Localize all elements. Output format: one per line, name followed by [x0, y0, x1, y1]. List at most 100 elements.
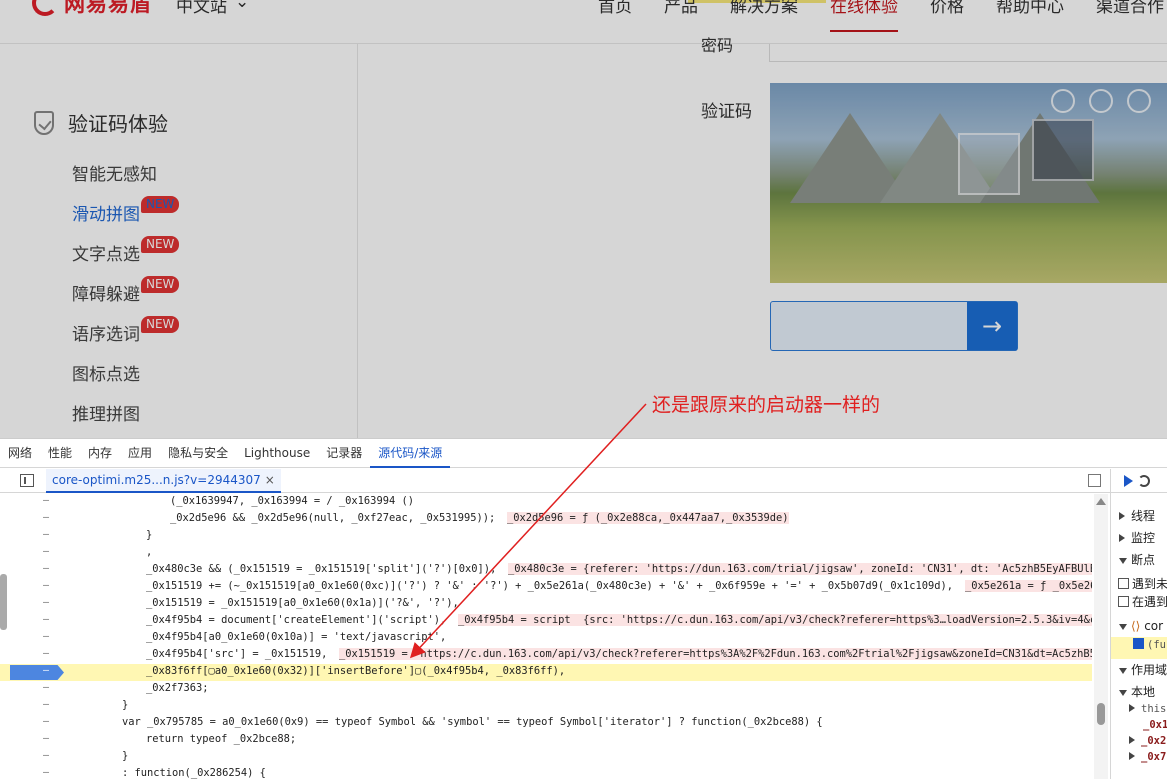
code-line[interactable]: – var _0x795785 = a0_0x1e60(0x9) == typeo…	[0, 715, 1092, 732]
sidebar-menu: 智能无感知 滑动拼图 NEW 文字点选 NEW 障碍躲避 NEW 语序选词 NEW 图标点选 推理拼…	[72, 160, 180, 438]
sidebar-item-5[interactable]: 图标点选	[72, 360, 179, 400]
captcha-puzzle-image	[770, 83, 1167, 283]
nav-item-4[interactable]: 价格	[930, 0, 964, 17]
code-text: return typeof _0x2bce88;	[146, 733, 297, 745]
code-text: _0x151519 = _0x151519[a0_0x1e60(0x1a)]('…	[146, 597, 459, 609]
new-badge: NEW	[141, 276, 180, 293]
expand-icon	[1119, 512, 1125, 520]
devtools-tab-2[interactable]: 内存	[80, 439, 120, 468]
scope-section[interactable]: 作用域	[1111, 661, 1167, 683]
brand-logo[interactable]: 网易易盾	[32, 0, 152, 18]
breakpoint-checkbox[interactable]	[1133, 638, 1144, 649]
code-line[interactable]: –: function(_0x286254) {	[0, 766, 1092, 779]
code-line[interactable]: –}	[0, 698, 1092, 715]
brand-name: 网易易盾	[64, 0, 152, 16]
code-line[interactable]: – _0x151519 = _0x151519[a0_0x1e60(0x1a)](…	[0, 596, 1092, 613]
devtools-tab-1[interactable]: 性能	[40, 439, 80, 468]
pause-uncaught-checkbox[interactable]	[1118, 578, 1129, 589]
breakpoint-marker[interactable]	[10, 665, 64, 680]
devtools-tab-6[interactable]: 记录器	[318, 439, 370, 468]
resume-icon[interactable]	[1124, 474, 1133, 487]
sidebar-item-2[interactable]: 文字点选 NEW	[72, 236, 180, 280]
sidebar-item-6[interactable]: 推理拼图	[72, 400, 179, 438]
line-marker: –	[43, 716, 50, 727]
inline-value: _0x4f95b4 = script {src: 'https://c.dun.…	[458, 614, 1092, 626]
devtools-tab-7[interactable]: 源代码/来源	[370, 439, 451, 468]
code-editor[interactable]: – (_0x1639947, _0x163994 = / _0x163994 ()…	[0, 494, 1092, 779]
devtools-tab-3[interactable]: 应用	[120, 439, 160, 468]
debugger-sidebar: 线程 监控 断点 遇到未 在遇到 ⟨⟩ cor (fu 作用域 本地 this …	[1110, 469, 1167, 779]
puzzle-piece-slot	[1032, 119, 1094, 181]
watch-section[interactable]: 监控	[1111, 529, 1167, 551]
code-text: }	[122, 750, 129, 762]
nav-item-0[interactable]: 首页	[598, 0, 632, 17]
sidebar-item-4[interactable]: 语序选词 NEW	[72, 316, 180, 360]
nav-item-6[interactable]: 渠道合作	[1096, 0, 1164, 17]
slider-handle[interactable]: →	[967, 302, 1017, 350]
code-line[interactable]: –}	[0, 749, 1092, 766]
sidebar: 验证码体验 智能无感知 滑动拼图 NEW 文字点选 NEW 障碍躲避 NEW 语序选词 NEW 图…	[0, 44, 358, 438]
code-line[interactable]: – _0x480c3e && (_0x151519 = _0x151519['sp…	[0, 562, 1092, 579]
editor-scrollbar[interactable]	[1094, 494, 1108, 779]
code-line[interactable]: – _0x4f95b4[a0_0x1e60(0x10a)] = 'text/jav…	[0, 630, 1092, 647]
screenshot-root: 网易易盾 中文站 ⌄ 首页 产品 解决方案 在线体验 价格 帮助中心 渠道合作 验证码体验 …	[0, 0, 1167, 779]
devtools-tab-0[interactable]: 网络	[0, 439, 40, 468]
password-input[interactable]	[769, 44, 1167, 62]
nav-item-1[interactable]: 产品	[664, 0, 698, 17]
file-tab-core-optimi[interactable]: core-optimi.m25...n.js?v=2944307 ×	[46, 468, 281, 493]
step-over-icon[interactable]	[1138, 474, 1150, 487]
code-line[interactable]: – _0x4f95b4['src'] = _0x151519, _0x151519 …	[0, 647, 1092, 664]
breakpoint-item[interactable]: (fu	[1111, 637, 1167, 659]
inline-value: _0x151519 = "https://c.dun.163.com/api/v…	[339, 648, 1092, 660]
devtools-tab-5[interactable]: Lighthouse	[236, 439, 318, 468]
code-line[interactable]: – _0x2d5e96 && _0x2d5e96(null, _0xf27eac,…	[0, 511, 1092, 528]
expand-icon	[1129, 736, 1135, 744]
devtools-tab-4[interactable]: 隐私与安全	[160, 439, 236, 468]
help-icon[interactable]	[1051, 89, 1075, 113]
line-marker: –	[43, 614, 50, 625]
debugger-toggle-icon[interactable]	[1088, 474, 1101, 487]
pause-caught-checkbox[interactable]	[1118, 596, 1129, 607]
file-code-icon: ⟨⟩	[1131, 619, 1141, 633]
red-annotation-text: 还是跟原来的启动器一样的	[652, 394, 881, 416]
code-line[interactable]: – return typeof _0x2bce88;	[0, 732, 1092, 749]
captcha-label: 验证码	[701, 102, 752, 122]
refresh-icon[interactable]	[1089, 89, 1113, 113]
code-text: _0x4f95b4['src'] = _0x151519,	[146, 648, 328, 660]
sidebar-item-3[interactable]: 障碍躲避 NEW	[72, 276, 180, 320]
code-line[interactable]: – _0x151519 += (~_0x151519[a0_0x1e60(0xc)…	[0, 579, 1092, 596]
password-label: 密码	[701, 36, 734, 55]
scope-var[interactable]: _0x7	[1111, 749, 1167, 771]
top-navigation: 网易易盾 中文站 ⌄ 首页 产品 解决方案 在线体验 价格 帮助中心 渠道合作	[0, 0, 1167, 44]
code-line[interactable]: – _0x83f6ff[▢a0_0x1e60(0x32)]['insertBefo…	[0, 664, 1092, 681]
watch-label: 监控	[1131, 531, 1156, 545]
new-badge: NEW	[141, 316, 180, 333]
code-line[interactable]: – (_0x1639947, _0x163994 = / _0x163994 ()	[0, 494, 1092, 511]
nav-item-2[interactable]: 解决方案	[730, 0, 798, 17]
sidebar-item-1[interactable]: 滑动拼图 NEW	[72, 196, 180, 240]
close-icon[interactable]: ×	[265, 473, 275, 487]
line-marker: –	[43, 682, 50, 693]
captcha-slider-track[interactable]: →	[770, 301, 1018, 351]
scrollbar-thumb[interactable]	[1097, 703, 1105, 725]
navigator-toggle-icon[interactable]	[20, 474, 34, 487]
local-label: 本地	[1131, 685, 1156, 699]
threads-section[interactable]: 线程	[1111, 507, 1167, 529]
code-text: _0x4f95b4[a0_0x1e60(0x10a)] = 'text/java…	[146, 631, 447, 643]
code-line[interactable]: – _0x2f7363;	[0, 681, 1092, 698]
code-line[interactable]: –}	[0, 528, 1092, 545]
audio-icon[interactable]	[1127, 89, 1151, 113]
new-badge: NEW	[141, 236, 180, 253]
nav-item-3[interactable]: 在线体验	[830, 0, 898, 32]
code-line[interactable]: –,	[0, 545, 1092, 562]
code-line[interactable]: – _0x4f95b4 = document['createElement']('…	[0, 613, 1092, 630]
pause-uncaught-label: 遇到未	[1132, 577, 1167, 591]
var-name: _0x1	[1143, 719, 1167, 731]
scroll-up-icon[interactable]	[1096, 498, 1106, 505]
code-text: _0x2f7363;	[146, 682, 209, 694]
nav-item-5[interactable]: 帮助中心	[996, 0, 1064, 17]
region-switcher[interactable]: 中文站 ⌄	[176, 0, 249, 17]
sidebar-item-0[interactable]: 智能无感知	[72, 160, 179, 200]
pause-caught-option[interactable]: 在遇到	[1111, 593, 1167, 615]
breakpoints-section[interactable]: 断点	[1111, 551, 1167, 573]
